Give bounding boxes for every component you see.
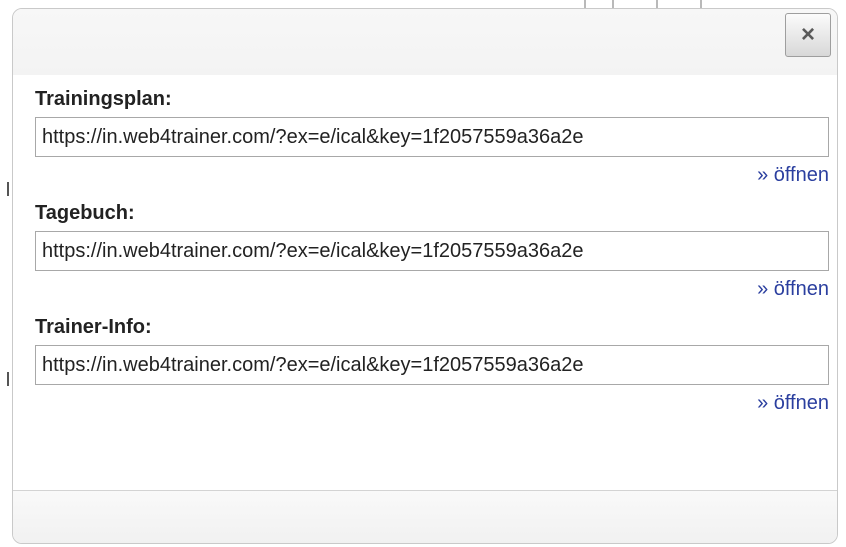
dialog-footer bbox=[13, 490, 837, 543]
close-button[interactable]: × bbox=[785, 13, 831, 57]
section-label: Tagebuch: bbox=[35, 202, 135, 224]
section-label: Trainer-Info: bbox=[35, 316, 152, 338]
tagebuch-url-field[interactable] bbox=[35, 231, 829, 271]
calendar-export-dialog: × Trainingsplan: » öffnen Tagebuch: » öf… bbox=[12, 8, 838, 544]
trainingsplan-open-link[interactable]: » öffnen bbox=[757, 163, 829, 187]
trainer-info-url-field[interactable] bbox=[35, 345, 829, 385]
screen: × Trainingsplan: » öffnen Tagebuch: » öf… bbox=[0, 0, 846, 547]
background-mark bbox=[7, 372, 9, 386]
close-icon: × bbox=[800, 21, 815, 48]
trainer-info-open-link[interactable]: » öffnen bbox=[757, 391, 829, 415]
section-label: Trainingsplan: bbox=[35, 88, 172, 110]
background-mark bbox=[7, 182, 9, 196]
trainingsplan-url-field[interactable] bbox=[35, 117, 829, 157]
tagebuch-open-link[interactable]: » öffnen bbox=[757, 277, 829, 301]
dialog-header: × bbox=[13, 9, 837, 75]
